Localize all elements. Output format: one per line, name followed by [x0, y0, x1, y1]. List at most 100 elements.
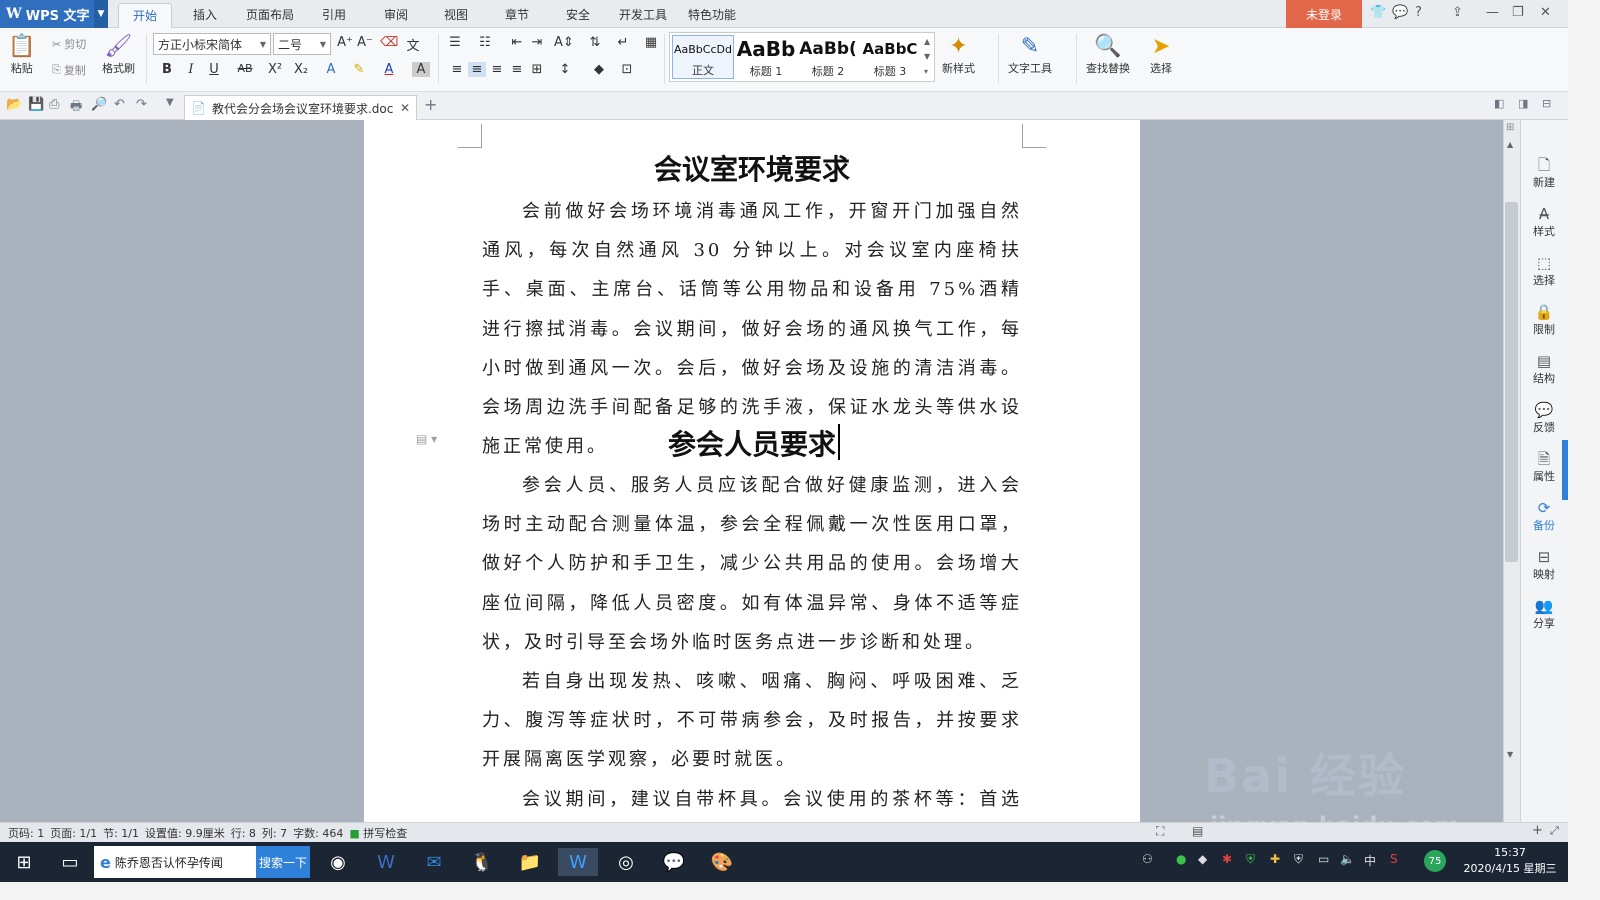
- login-button[interactable]: 未登录: [1286, 0, 1362, 28]
- sidebar-item-share[interactable]: 👥 分享: [1520, 597, 1568, 631]
- print-preview-icon[interactable]: 🔎: [91, 97, 107, 112]
- document-page[interactable]: 会议室环境要求 会前做好会场环境消毒通风工作，开窗开门加强自然通风，每次自然通风…: [364, 120, 1140, 822]
- status-word-count[interactable]: 字数: 464: [293, 825, 343, 841]
- bold-icon[interactable]: B: [158, 62, 176, 77]
- shading-icon[interactable]: ◆: [590, 62, 608, 77]
- volume-icon[interactable]: 🔈: [1340, 852, 1355, 866]
- status-col[interactable]: 列: 7: [262, 825, 287, 841]
- sidebar-item-mapping[interactable]: ⊟ 映射: [1520, 548, 1568, 582]
- tab-page-layout[interactable]: 页面布局: [246, 6, 294, 23]
- scroll-up-icon[interactable]: ▲: [1507, 140, 1513, 149]
- highlight-icon[interactable]: ✎: [350, 62, 368, 77]
- network-icon[interactable]: ▭: [1318, 852, 1329, 866]
- bullet-list-icon[interactable]: ☰: [446, 35, 464, 50]
- text-tools-button[interactable]: ✎ 文字工具: [1008, 34, 1052, 76]
- status-section[interactable]: 节: 1/1: [103, 825, 139, 841]
- status-setting[interactable]: 设置值: 9.9厘米: [145, 825, 225, 841]
- copy-button[interactable]: ⎘ 复制: [52, 62, 86, 78]
- taskbar-search-box[interactable]: e 陈乔恩否认怀孕传闻: [94, 846, 256, 878]
- style-normal[interactable]: AaBbCcDd 正文: [672, 35, 734, 79]
- shrink-font-icon[interactable]: A⁻: [356, 35, 374, 50]
- status-page[interactable]: 页面: 1/1: [50, 825, 97, 841]
- format-painter-button[interactable]: 🖌 格式刷: [102, 34, 135, 76]
- font-size-select[interactable]: 二号 ▼: [273, 33, 331, 55]
- align-right-icon[interactable]: ≡: [488, 62, 506, 77]
- tab-references[interactable]: 引用: [322, 6, 346, 23]
- heading-room-requirements[interactable]: 会议室环境要求: [364, 148, 1140, 188]
- windows-start-icon[interactable]: ⊞: [4, 848, 44, 876]
- fullscreen-icon[interactable]: ⛶: [1156, 824, 1164, 839]
- find-replace-button[interactable]: 🔍 查找替换: [1086, 34, 1130, 76]
- undo-icon[interactable]: ↶: [114, 97, 125, 112]
- close-icon[interactable]: ✕: [1540, 5, 1551, 20]
- numbered-list-icon[interactable]: ☷: [476, 35, 494, 50]
- superscript-icon[interactable]: X²: [266, 62, 284, 77]
- distributed-icon[interactable]: ⊞: [528, 62, 546, 77]
- chrome-icon[interactable]: ◎: [606, 848, 646, 876]
- style-heading-2[interactable]: AaBb( 标题 2: [797, 35, 859, 79]
- system-clock[interactable]: 15:37 2020/4/15 星期三: [1458, 845, 1562, 877]
- italic-icon[interactable]: I: [182, 62, 200, 77]
- phonetic-icon[interactable]: 文: [404, 35, 422, 54]
- save-icon[interactable]: 💾: [28, 97, 44, 112]
- new-tab-icon[interactable]: +: [424, 95, 437, 114]
- sidebar-item-structure[interactable]: ▤ 结构: [1520, 352, 1568, 386]
- skin-icon[interactable]: 👕: [1370, 5, 1386, 20]
- align-center-icon[interactable]: ≡: [468, 62, 486, 77]
- close-tab-icon[interactable]: ✕: [400, 101, 410, 115]
- search-button[interactable]: 搜索一下: [256, 846, 310, 878]
- sidebar-item-style[interactable]: A̶ 样式: [1520, 205, 1568, 239]
- wechat-icon[interactable]: 💬: [654, 848, 694, 876]
- task-view-icon[interactable]: ▭: [50, 848, 90, 876]
- open-folder-icon[interactable]: 📂: [6, 97, 22, 112]
- redo-icon[interactable]: ↷: [136, 97, 147, 112]
- tab-insert[interactable]: 插入: [193, 6, 217, 23]
- tab-option-icon[interactable]: ◨: [1518, 97, 1528, 110]
- paint-icon[interactable]: 🎨: [702, 848, 742, 876]
- status-row[interactable]: 行: 8: [231, 825, 256, 841]
- clear-format-icon[interactable]: ⌫: [380, 35, 398, 50]
- security-icon[interactable]: ⛨: [1294, 852, 1303, 867]
- minimize-icon[interactable]: —: [1486, 5, 1499, 20]
- tab-option-icon[interactable]: ◧: [1494, 97, 1504, 110]
- document-tab[interactable]: 📄 教代会分会场会议室环境要求.docx ✕: [184, 95, 417, 120]
- shield-icon[interactable]: ⛨: [1246, 852, 1255, 867]
- chat-icon[interactable]: 💬: [1392, 5, 1408, 20]
- export-pdf-icon[interactable]: ⎙: [49, 97, 59, 112]
- style-heading-3[interactable]: AaBbC 标题 3: [859, 35, 921, 79]
- underline-icon[interactable]: U: [205, 62, 223, 77]
- style-scroll-icon[interactable]: ▲ ▼ ▾: [924, 34, 930, 79]
- tab-home[interactable]: 开始: [118, 3, 173, 28]
- restore-icon[interactable]: ❐: [1512, 5, 1524, 20]
- tab-review[interactable]: 审阅: [384, 6, 408, 23]
- wps-writer-icon[interactable]: W: [558, 848, 598, 876]
- ime-indicator[interactable]: 中: [1364, 852, 1376, 869]
- tab-special-features[interactable]: 特色功能: [688, 6, 736, 23]
- wps-app-menu-button[interactable]: W WPS 文字 ▼: [0, 0, 108, 28]
- people-icon[interactable]: ⚇: [1142, 852, 1153, 866]
- sidebar-item-new[interactable]: 🗋 新建: [1520, 156, 1568, 190]
- align-left-icon[interactable]: ≡: [448, 62, 466, 77]
- strikethrough-icon[interactable]: AB: [236, 62, 254, 75]
- tab-chapter[interactable]: 章节: [505, 6, 529, 23]
- heading-attendee-requirements[interactable]: 参会人员要求: [364, 423, 1140, 463]
- tab-view[interactable]: 视图: [444, 6, 468, 23]
- char-shading-icon[interactable]: A: [412, 62, 430, 77]
- sidebar-item-feedback[interactable]: 💬 反馈: [1520, 401, 1568, 435]
- sidebar-item-properties[interactable]: 🗎 属性: [1520, 450, 1568, 484]
- qq-tray-icon[interactable]: ◆: [1198, 852, 1207, 866]
- wechat-tray-icon[interactable]: ●: [1176, 852, 1186, 866]
- tray-app-icon[interactable]: ✱: [1222, 852, 1232, 866]
- font-color-icon[interactable]: A: [380, 62, 398, 77]
- print-icon[interactable]: 🖶: [70, 97, 82, 119]
- help-icon[interactable]: ?: [1415, 5, 1422, 20]
- border-icon[interactable]: ⊡: [618, 62, 636, 77]
- paragraph-cups[interactable]: 会议期间，建议自带杯具。会议使用的茶杯等：首选瓶: [482, 780, 1022, 822]
- char-scaling-icon[interactable]: A⇕: [554, 35, 574, 50]
- tab-option-icon[interactable]: ⊟: [1542, 97, 1551, 110]
- scroll-down-icon[interactable]: ▼: [1507, 750, 1513, 759]
- expand-icon[interactable]: ⤢: [1550, 824, 1559, 838]
- status-page-code[interactable]: 页码: 1: [8, 825, 44, 841]
- mail-icon[interactable]: ✉: [414, 848, 454, 876]
- qq-icon[interactable]: 🐧: [462, 848, 502, 876]
